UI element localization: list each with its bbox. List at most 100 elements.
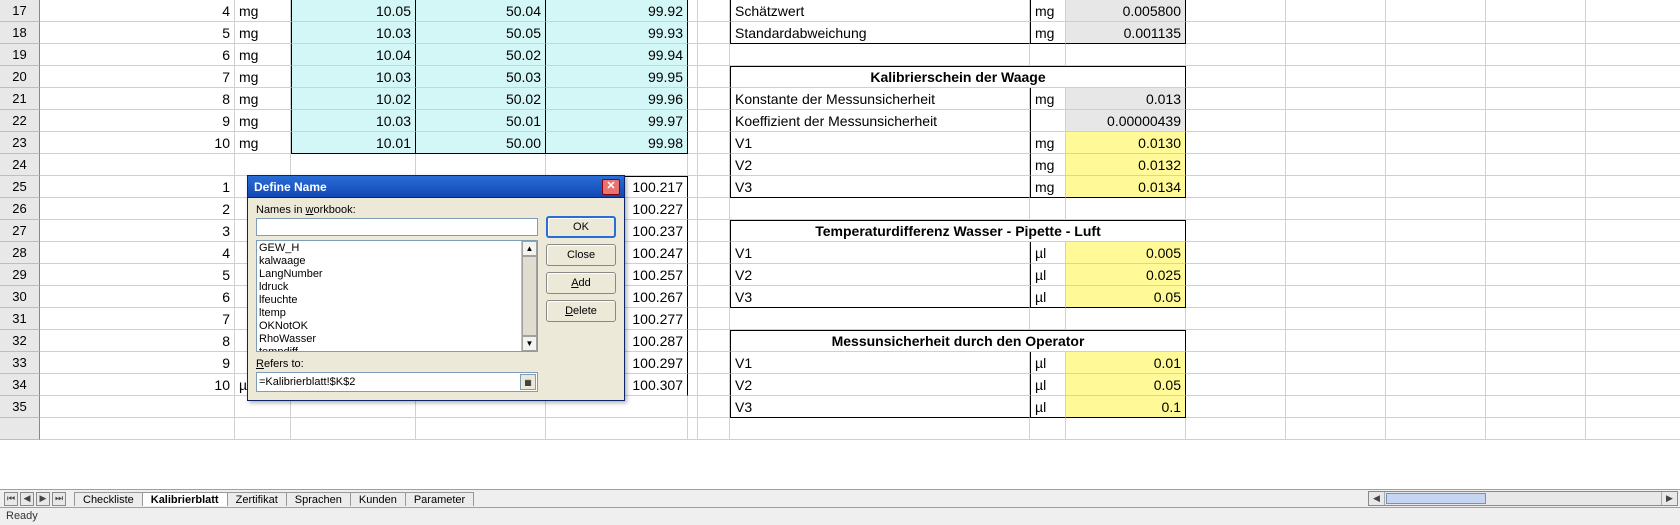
cell[interactable]: [1286, 330, 1386, 352]
cell[interactable]: [0, 418, 40, 440]
cell[interactable]: mg: [235, 44, 291, 66]
cell[interactable]: mg: [235, 0, 291, 22]
cell[interactable]: [1486, 0, 1586, 22]
cell[interactable]: 0.0134: [1066, 176, 1186, 198]
cell[interactable]: [698, 198, 730, 220]
cell[interactable]: 50.02: [416, 44, 546, 66]
cell[interactable]: [698, 66, 730, 88]
row-header[interactable]: 28: [0, 242, 40, 264]
cell[interactable]: [1486, 110, 1586, 132]
cell[interactable]: [1186, 44, 1286, 66]
cell[interactable]: [1286, 176, 1386, 198]
name-item[interactable]: LangNumber: [259, 268, 519, 281]
cell[interactable]: 10: [40, 374, 235, 396]
cell[interactable]: [1286, 396, 1386, 418]
cell[interactable]: [1386, 396, 1486, 418]
cell[interactable]: 0.005: [1066, 242, 1186, 264]
row-header[interactable]: 17: [0, 0, 40, 22]
ok-button[interactable]: OK: [546, 216, 616, 238]
cell[interactable]: µl: [1030, 264, 1066, 286]
cell[interactable]: [1586, 66, 1680, 88]
cell[interactable]: [698, 176, 730, 198]
cell[interactable]: [1386, 352, 1486, 374]
cell[interactable]: [688, 264, 698, 286]
cell[interactable]: [1386, 66, 1486, 88]
cell[interactable]: [1386, 0, 1486, 22]
cell[interactable]: 0.0130: [1066, 132, 1186, 154]
cell[interactable]: 0.01: [1066, 352, 1186, 374]
row-header[interactable]: 21: [0, 88, 40, 110]
cell[interactable]: [1286, 0, 1386, 22]
tab-nav-next[interactable]: ▶: [36, 492, 50, 506]
cell[interactable]: 8: [40, 330, 235, 352]
cell[interactable]: [1586, 352, 1680, 374]
cell[interactable]: [698, 418, 730, 440]
refers-to-input[interactable]: [256, 372, 538, 392]
row-header[interactable]: 33: [0, 352, 40, 374]
name-item[interactable]: ldruck: [259, 281, 519, 294]
name-item[interactable]: RhoWasser: [259, 333, 519, 346]
cell[interactable]: [1030, 418, 1066, 440]
row-header[interactable]: 23: [0, 132, 40, 154]
name-item[interactable]: lfeuchte: [259, 294, 519, 307]
cell[interactable]: [698, 22, 730, 44]
cell[interactable]: 0.05: [1066, 286, 1186, 308]
cell[interactable]: [698, 88, 730, 110]
cell[interactable]: [1186, 220, 1286, 242]
cell[interactable]: 0.0132: [1066, 154, 1186, 176]
cell[interactable]: [1186, 396, 1286, 418]
name-item[interactable]: kalwaage: [259, 255, 519, 268]
cell[interactable]: [1586, 176, 1680, 198]
name-item[interactable]: ltemp: [259, 307, 519, 320]
cell[interactable]: [40, 154, 235, 176]
cell[interactable]: mg: [1030, 176, 1066, 198]
cell[interactable]: [1386, 242, 1486, 264]
close-button[interactable]: Close: [546, 244, 616, 266]
cell[interactable]: [1486, 132, 1586, 154]
cell[interactable]: 50.03: [416, 66, 546, 88]
cell[interactable]: 5: [40, 264, 235, 286]
cell[interactable]: mg: [1030, 88, 1066, 110]
cell[interactable]: [1486, 198, 1586, 220]
cell[interactable]: [1286, 110, 1386, 132]
cell[interactable]: Schätzwert: [730, 0, 1030, 22]
cell[interactable]: [1186, 154, 1286, 176]
cell[interactable]: [1286, 352, 1386, 374]
cell[interactable]: 10.03: [291, 110, 416, 132]
cell[interactable]: 10.03: [291, 22, 416, 44]
scroll-down-button[interactable]: ▼: [522, 336, 537, 351]
cell[interactable]: 4: [40, 242, 235, 264]
cell[interactable]: [1586, 22, 1680, 44]
cell[interactable]: µl: [1030, 374, 1066, 396]
cell[interactable]: [1386, 418, 1486, 440]
cell[interactable]: [1586, 396, 1680, 418]
row-header[interactable]: 18: [0, 22, 40, 44]
cell[interactable]: [1186, 308, 1286, 330]
names-listbox[interactable]: GEW_HkalwaageLangNumberldrucklfeuchtelte…: [256, 240, 538, 352]
cell[interactable]: µl: [1030, 396, 1066, 418]
cell[interactable]: [1286, 374, 1386, 396]
cell[interactable]: [1186, 0, 1286, 22]
cell[interactable]: [688, 88, 698, 110]
cell[interactable]: [1486, 264, 1586, 286]
row-header[interactable]: 27: [0, 220, 40, 242]
cell[interactable]: V2: [730, 154, 1030, 176]
row-header[interactable]: 25: [0, 176, 40, 198]
row-header[interactable]: 26: [0, 198, 40, 220]
cell[interactable]: mg: [1030, 22, 1066, 44]
cell[interactable]: [1386, 154, 1486, 176]
cell[interactable]: [1186, 88, 1286, 110]
name-item[interactable]: tempdiff: [259, 346, 519, 351]
cell[interactable]: [1386, 374, 1486, 396]
cell[interactable]: [1186, 330, 1286, 352]
cell[interactable]: [1486, 22, 1586, 44]
cell[interactable]: 9: [40, 110, 235, 132]
hscroll-right-button[interactable]: ▶: [1661, 492, 1677, 505]
row-header[interactable]: 29: [0, 264, 40, 286]
cell[interactable]: [688, 0, 698, 22]
cell[interactable]: [688, 418, 698, 440]
cell[interactable]: [1386, 330, 1486, 352]
cell[interactable]: [1486, 418, 1586, 440]
cell[interactable]: mg: [235, 22, 291, 44]
cell[interactable]: 6: [40, 44, 235, 66]
